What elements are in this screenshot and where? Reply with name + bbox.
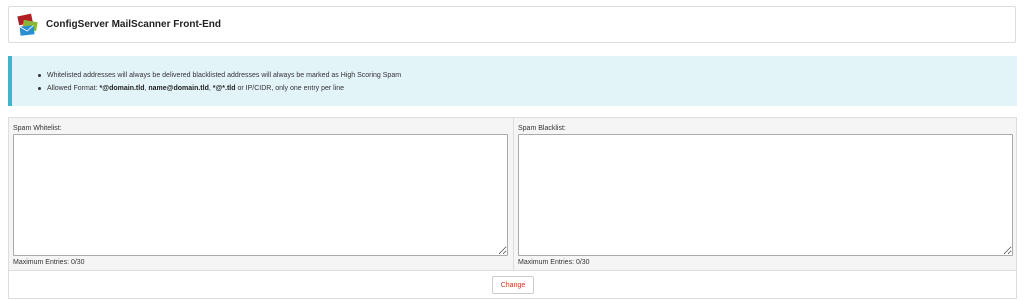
app-header: ConfigServer MailScanner Front-End: [8, 6, 1016, 43]
format-example-address: name@domain.tld: [148, 85, 209, 92]
form-footer: Change: [8, 271, 1017, 299]
blacklist-column: Spam Blacklist: Maximum Entries: 0/30: [514, 118, 1016, 270]
format-prefix: Allowed Format:: [47, 85, 100, 92]
lists-panel: Spam Whitelist: Maximum Entries: 0/30 Sp…: [8, 117, 1017, 271]
info-list: Whitelisted addresses will always be del…: [38, 69, 401, 95]
info-item-behavior: Whitelisted addresses will always be del…: [38, 69, 401, 82]
blacklist-entry-count: Maximum Entries: 0/30: [518, 259, 590, 266]
whitelist-label: Spam Whitelist:: [13, 125, 62, 132]
info-item-format: Allowed Format: *@domain.tld, name@domai…: [38, 82, 401, 95]
blacklist-textarea[interactable]: [518, 134, 1013, 256]
envelopes-logo-icon: [17, 13, 38, 36]
blacklist-label: Spam Blacklist:: [518, 125, 566, 132]
info-notice: Whitelisted addresses will always be del…: [8, 56, 1017, 106]
whitelist-entry-count: Maximum Entries: 0/30: [13, 259, 85, 266]
format-example-wildcard-domain: *@domain.tld: [99, 85, 145, 92]
whitelist-textarea[interactable]: [13, 134, 508, 256]
info-behavior-text: Whitelisted addresses will always be del…: [47, 72, 402, 79]
format-example-wildcard-tld: *@*.tld: [212, 85, 236, 92]
change-button[interactable]: Change: [492, 276, 534, 294]
format-suffix: or IP/CIDR, only one entry per line: [235, 85, 345, 92]
page-title: ConfigServer MailScanner Front-End: [46, 19, 222, 30]
whitelist-column: Spam Whitelist: Maximum Entries: 0/30: [9, 118, 514, 270]
